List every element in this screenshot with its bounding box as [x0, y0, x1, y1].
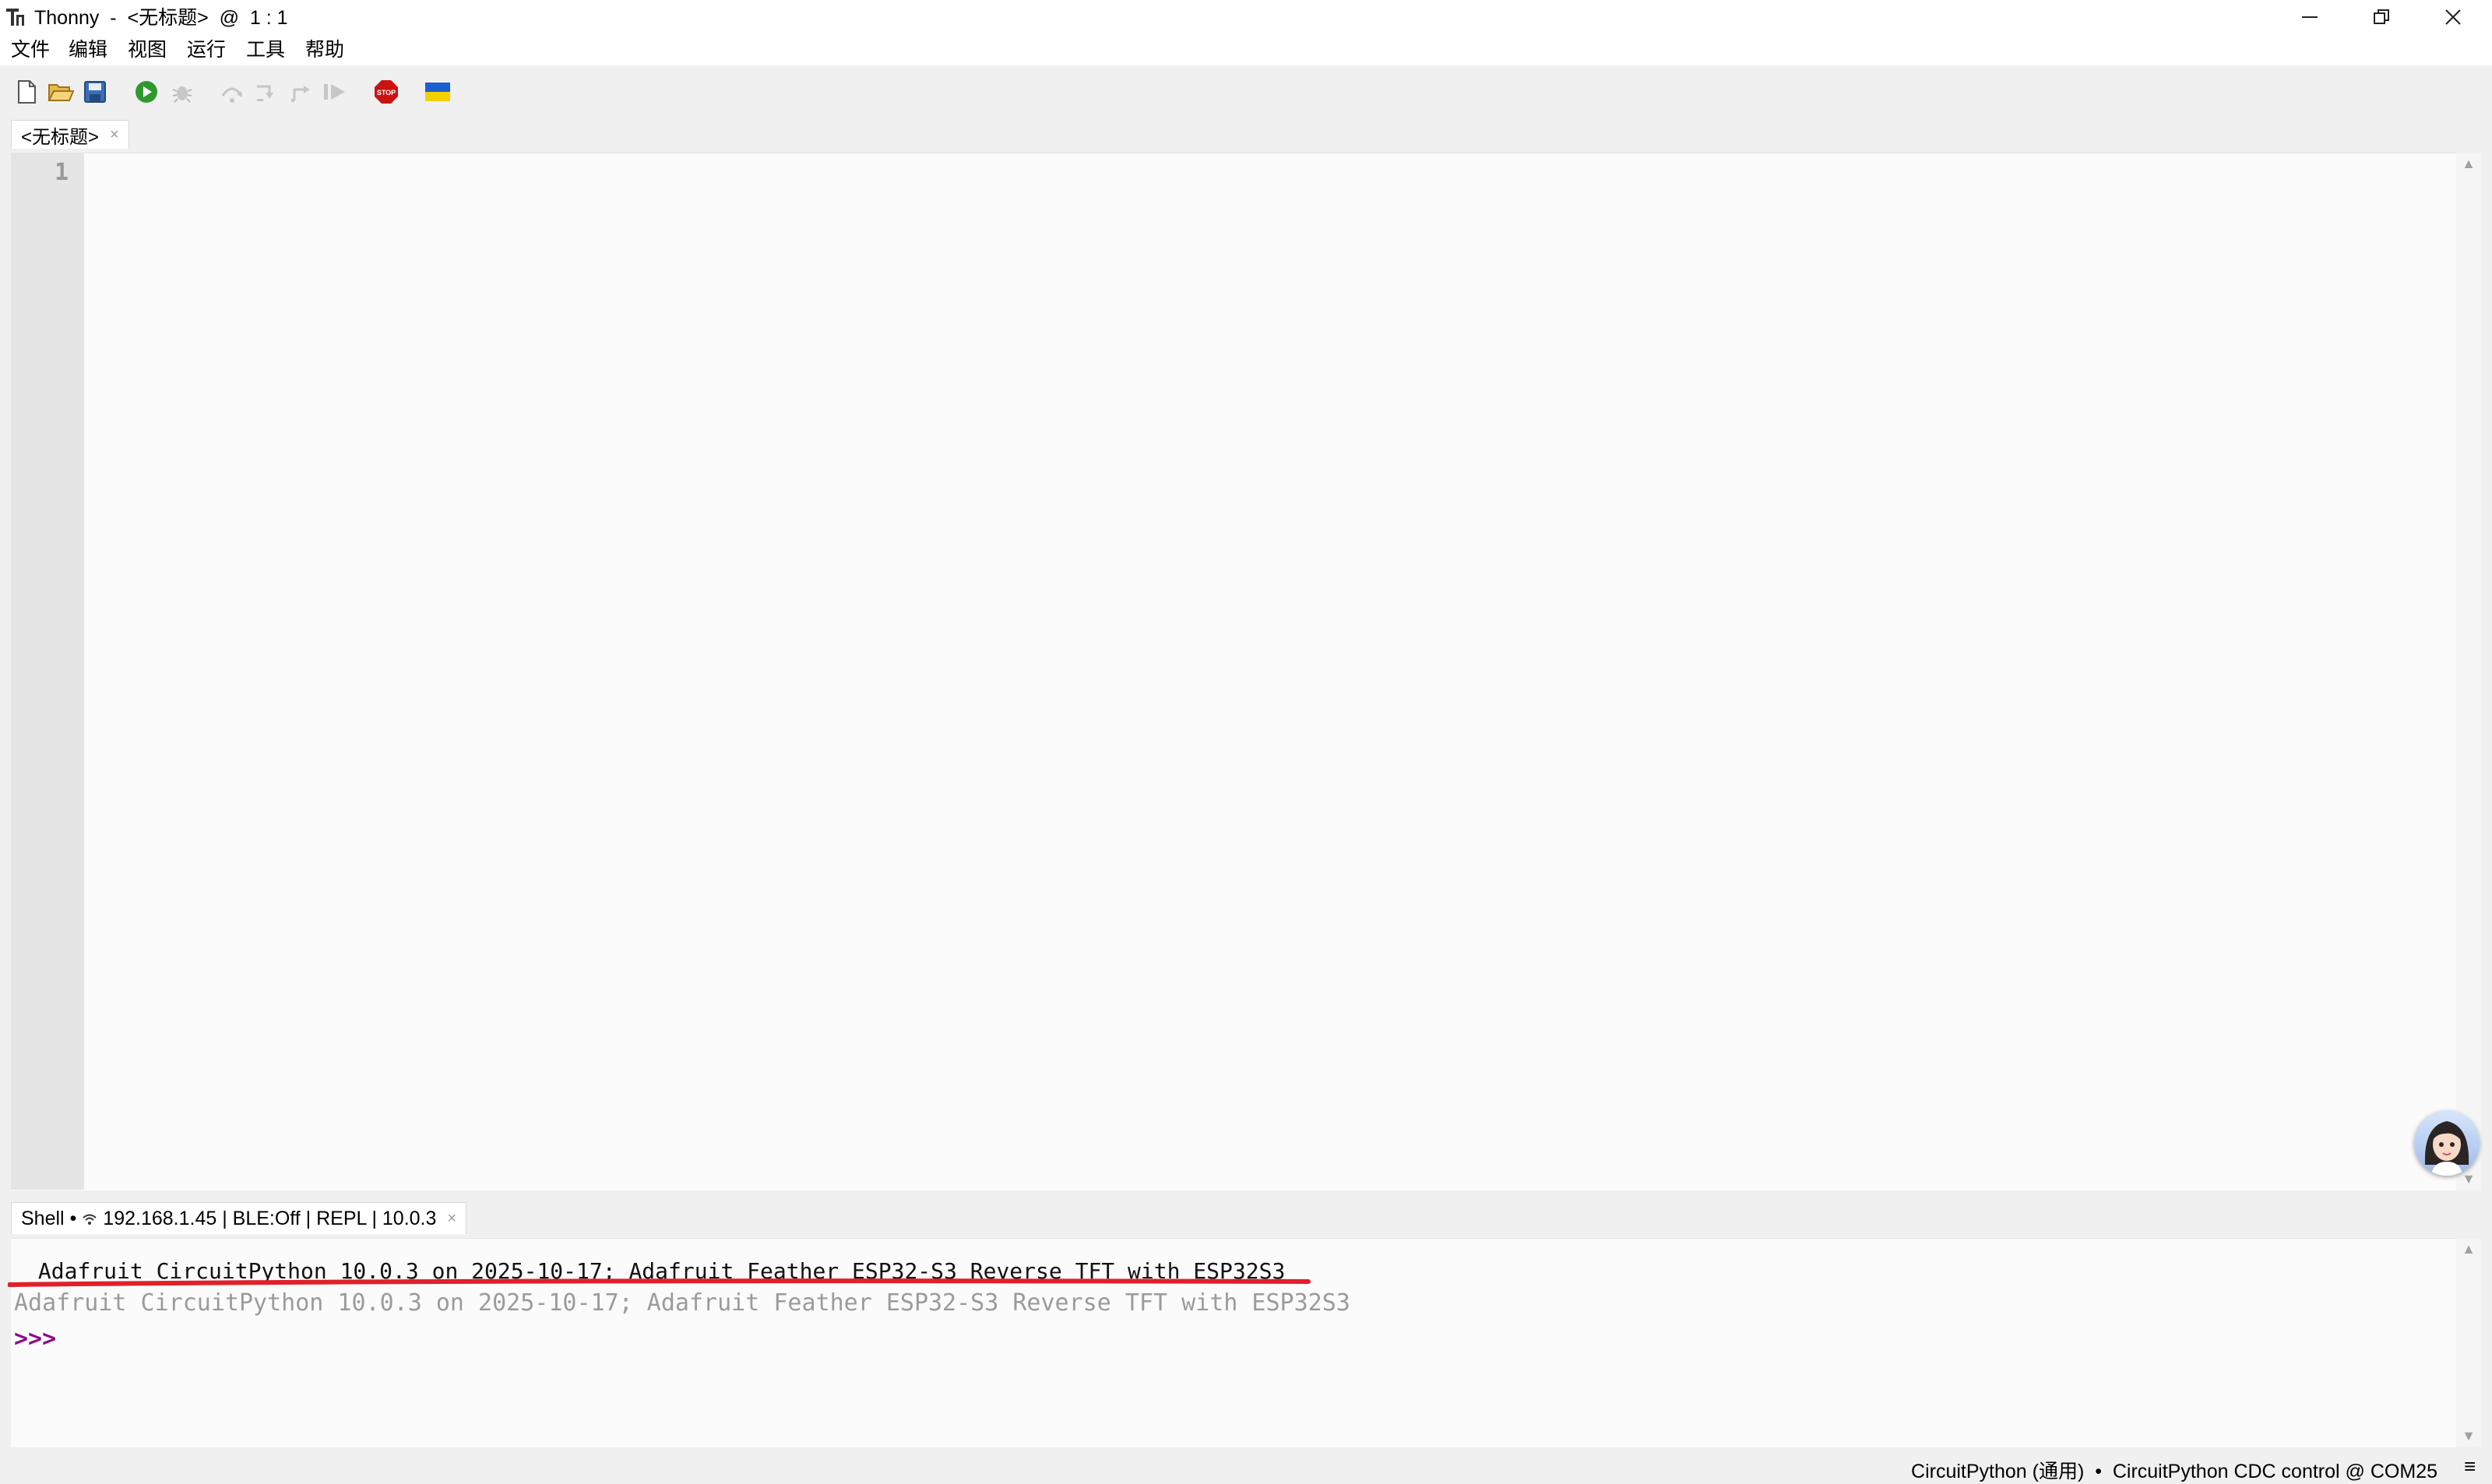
save-file-icon	[84, 81, 106, 103]
avatar-icon	[2424, 1121, 2469, 1176]
stop-icon: STOP	[375, 80, 398, 104]
restore-icon	[2374, 9, 2389, 24]
shell-connection-info: 192.168.1.45 | BLE:Off | REPL | 10.0.3	[103, 1207, 437, 1229]
code-editor[interactable]	[11, 153, 2456, 1190]
shell-scroll-down-icon[interactable]: ▼	[2456, 1428, 2481, 1444]
shell-scrollbar[interactable]: ▲ ▼	[2456, 1238, 2481, 1447]
editor-tab-close-icon[interactable]: ×	[110, 126, 119, 144]
shell-tab[interactable]: Shell • 192.168.1.45 | BLE:Off | REPL | …	[11, 1202, 467, 1234]
title-bar	[0, 0, 2492, 34]
scroll-up-icon[interactable]: ▲	[2456, 156, 2481, 172]
open-file-icon	[48, 84, 74, 101]
wifi-icon	[83, 1214, 97, 1225]
shell-prompt: >>>	[14, 1325, 57, 1352]
status-menu-icon[interactable]: ≡	[2464, 1454, 2476, 1479]
editor-tab-label: <无标题>	[21, 126, 100, 148]
menu-bar: 文件 编辑 视图 运行 工具 帮助	[0, 34, 2492, 65]
stop-button[interactable]: STOP	[372, 78, 400, 106]
shell-tab-label: Shell •	[21, 1207, 77, 1229]
toolbar: STOP	[0, 65, 2492, 117]
minimize-icon	[2302, 16, 2318, 18]
ukraine-flag-button[interactable]	[424, 78, 452, 106]
interpreter-status[interactable]: CircuitPython (通用) • CircuitPython CDC c…	[1911, 1456, 2437, 1484]
step-into-button[interactable]	[252, 78, 280, 106]
shell-scroll-up-icon[interactable]: ▲	[2456, 1241, 2481, 1257]
menu-edit[interactable]: 编辑	[69, 37, 107, 62]
debug-button[interactable]	[168, 78, 196, 106]
editor-scrollbar[interactable]: ▲ ▼	[2456, 153, 2481, 1190]
menu-help[interactable]: 帮助	[305, 37, 344, 62]
red-annotation-underline	[8, 1278, 1311, 1287]
close-button[interactable]	[2417, 0, 2489, 34]
editor-tab[interactable]: <无标题> ×	[11, 120, 129, 149]
shell-tab-close-icon[interactable]: ×	[447, 1210, 456, 1228]
new-file-button[interactable]	[12, 78, 40, 106]
step-into-icon	[257, 85, 273, 101]
new-file-icon	[18, 80, 36, 104]
ukraine-flag-icon	[425, 83, 450, 101]
status-bar: CircuitPython (通用) • CircuitPython CDC c…	[0, 1450, 2492, 1482]
line-number-gutter	[11, 153, 84, 1190]
resume-button[interactable]	[321, 78, 349, 106]
shell-output-line: Adafruit CircuitPython 10.0.3 on 2025-10…	[14, 1289, 1350, 1317]
menu-file[interactable]: 文件	[11, 37, 50, 62]
step-over-button[interactable]	[218, 78, 246, 106]
debug-icon	[172, 86, 192, 103]
run-icon	[136, 81, 157, 103]
stop-label: STOP	[377, 89, 396, 97]
window-title: Thonny - <无标题> @ 1 : 1	[34, 7, 288, 29]
assistant-avatar[interactable]	[2414, 1110, 2480, 1176]
line-number: 1	[54, 159, 69, 186]
step-over-icon	[221, 87, 243, 103]
restore-button[interactable]	[2346, 0, 2417, 34]
menu-run[interactable]: 运行	[187, 37, 226, 62]
run-button[interactable]	[132, 78, 160, 106]
open-file-button[interactable]	[47, 78, 75, 106]
thonny-app-icon	[5, 6, 26, 28]
close-icon	[2445, 9, 2461, 25]
scroll-down-icon[interactable]: ▼	[2456, 1171, 2481, 1187]
menu-tools[interactable]: 工具	[246, 37, 285, 62]
menu-view[interactable]: 视图	[128, 37, 167, 62]
step-out-button[interactable]	[287, 78, 315, 106]
save-file-button[interactable]	[81, 78, 109, 106]
step-out-icon	[291, 86, 310, 102]
resume-icon	[324, 84, 345, 100]
minimize-button[interactable]	[2274, 0, 2346, 34]
